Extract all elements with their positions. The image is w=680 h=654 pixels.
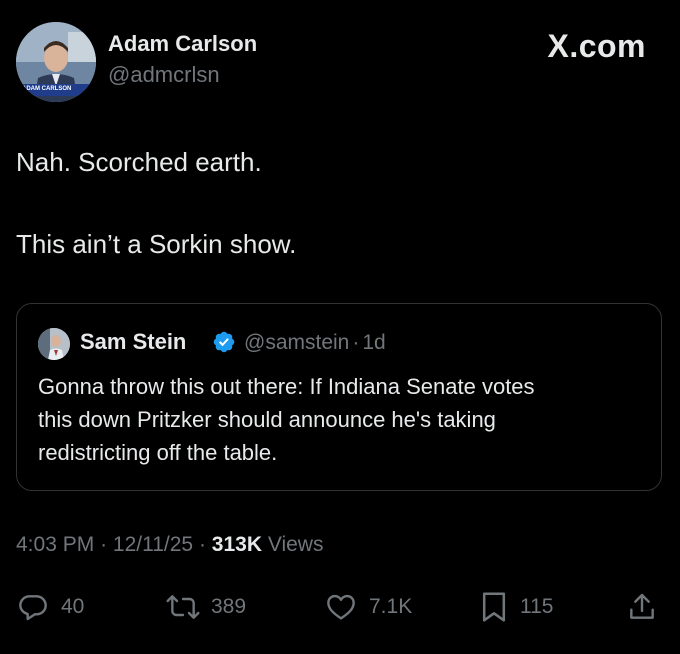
author-name[interactable]: Adam Carlson	[108, 31, 257, 57]
heart-icon	[327, 594, 355, 620]
x-com-logo: X.com	[547, 28, 646, 64]
post-date[interactable]: 12/11/25	[113, 533, 193, 556]
verified-badge-icon	[213, 331, 235, 353]
quoted-avatar-image	[38, 328, 70, 360]
author-handle[interactable]: @admcrlsn	[108, 62, 220, 88]
quoted-author-handle-and-time: @samstein · 1d	[244, 331, 386, 355]
author-avatar[interactable]: ADAM CARLSON	[16, 22, 96, 102]
quoted-author-avatar[interactable]	[38, 328, 70, 360]
share-button[interactable]	[626, 590, 658, 624]
quoted-post-text: Gonna throw this out there: If Indiana S…	[38, 370, 648, 469]
post-text-line-2: This ain’t a Sorkin show.	[16, 229, 297, 259]
avatar-caption: ADAM CARLSON	[22, 86, 72, 92]
reply-count: 40	[61, 595, 85, 618]
views-count: 313K	[211, 533, 262, 556]
meta-separator: ·	[198, 533, 206, 556]
reply-button[interactable]: 40	[17, 590, 84, 624]
bookmark-button[interactable]: 115	[480, 590, 553, 624]
post-time[interactable]: 4:03 PM	[16, 533, 94, 556]
reply-icon	[19, 595, 47, 621]
repost-button[interactable]: 389	[165, 590, 246, 624]
bookmark-icon	[482, 592, 506, 622]
repost-icon	[166, 595, 200, 619]
quoted-separator: ·	[352, 331, 360, 354]
post-meta: 4:03 PM · 12/11/25 · 313K Views	[16, 533, 323, 557]
meta-separator: ·	[100, 533, 108, 556]
share-icon	[630, 593, 654, 619]
post-text-line-1: Nah. Scorched earth.	[16, 147, 262, 177]
quoted-post-age[interactable]: 1d	[362, 331, 385, 354]
repost-count: 389	[211, 595, 247, 618]
quoted-text-line-1: Gonna throw this out there: If Indiana S…	[38, 374, 535, 399]
quoted-text-line-2: this down Pritzker should announce he's …	[38, 407, 496, 432]
quoted-author-handle[interactable]: @samstein	[244, 331, 349, 354]
like-button[interactable]: 7.1K	[325, 590, 412, 624]
quoted-text-line-3: redistricting off the table.	[38, 440, 278, 465]
bookmark-count: 115	[520, 595, 554, 618]
like-count: 7.1K	[369, 595, 413, 618]
quoted-author-name[interactable]: Sam Stein	[80, 329, 186, 355]
views-label: Views	[267, 533, 324, 556]
